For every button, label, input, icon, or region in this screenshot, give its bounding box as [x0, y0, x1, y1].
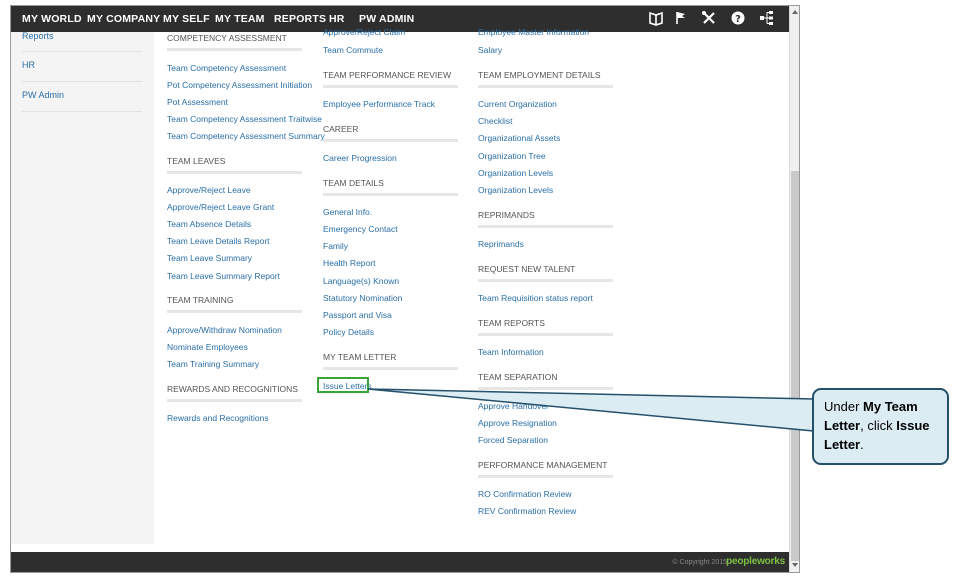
instruction-callout: Under My Team Letter, click Issue Letter…: [812, 388, 949, 465]
callout-text-suffix: .: [860, 437, 864, 452]
callout-text-middle: , click: [860, 418, 897, 433]
callout-pointer: [367, 388, 815, 432]
callout-text-prefix: Under: [824, 399, 864, 414]
